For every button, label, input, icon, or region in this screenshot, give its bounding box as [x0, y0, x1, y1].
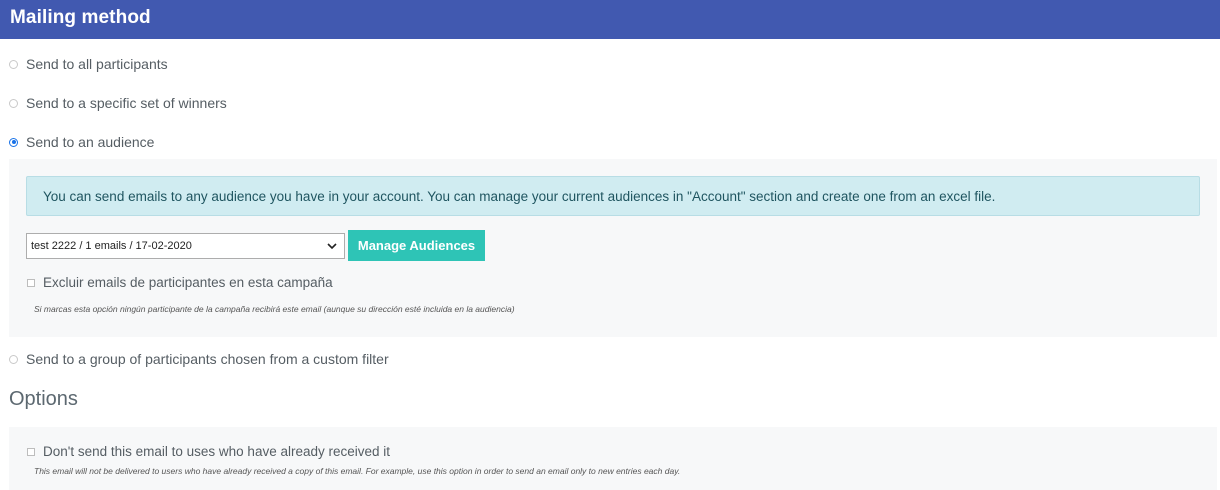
radio-label: Send to a group of participants chosen f… [26, 351, 389, 367]
checkbox-label: Excluir emails de participantes en esta … [43, 275, 333, 290]
radio-button[interactable] [9, 59, 18, 69]
radio-send-winners[interactable]: Send to a specific set of winners [9, 95, 227, 111]
audience-select-value: test 2222 / 1 emails / 17-02-2020 [31, 240, 192, 252]
section-header: Mailing method [0, 0, 1220, 39]
audience-select[interactable]: test 2222 / 1 emails / 17-02-2020 [26, 233, 345, 259]
radio-send-audience[interactable]: Send to an audience [9, 134, 154, 150]
radio-label: Send to a specific set of winners [26, 95, 227, 111]
manage-audiences-button[interactable]: Manage Audiences [348, 230, 485, 261]
exclude-participants-checkbox-row[interactable]: Excluir emails de participantes en esta … [27, 275, 333, 290]
radio-label: Send to an audience [26, 134, 155, 150]
dont-send-again-checkbox-row[interactable]: Don't send this email to uses who have a… [27, 444, 390, 459]
radio-send-all[interactable]: Send to all participants [9, 56, 168, 72]
radio-button[interactable] [9, 98, 18, 108]
options-title: Options [9, 388, 78, 410]
checkbox[interactable] [27, 447, 35, 456]
audience-panel: You can send emails to any audience you … [9, 159, 1217, 337]
radio-label: Send to all participants [26, 56, 168, 72]
options-panel: Don't send this email to uses who have a… [9, 427, 1217, 490]
checkbox[interactable] [27, 278, 35, 287]
section-title: Mailing method [10, 7, 151, 28]
chevron-down-icon [327, 243, 337, 250]
exclude-note: Si marcas esta opción ningún participant… [34, 304, 515, 314]
radio-button-checked[interactable] [9, 137, 18, 147]
info-alert: You can send emails to any audience you … [26, 176, 1200, 216]
info-text: You can send emails to any audience you … [43, 188, 996, 204]
radio-button[interactable] [9, 354, 18, 364]
dont-send-note: This email will not be delivered to user… [34, 466, 681, 476]
checkbox-label: Don't send this email to uses who have a… [43, 444, 391, 459]
radio-send-custom-filter[interactable]: Send to a group of participants chosen f… [9, 351, 389, 367]
